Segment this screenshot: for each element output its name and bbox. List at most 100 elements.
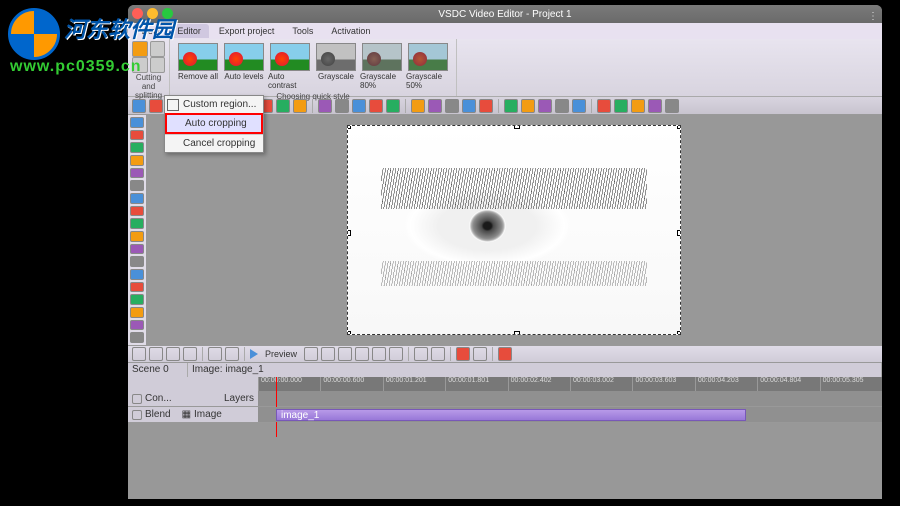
tool-icon[interactable] (473, 347, 487, 361)
toolbar-icon[interactable] (648, 99, 662, 113)
toolbar-icon[interactable] (614, 99, 628, 113)
scene-label[interactable]: Scene 0 (128, 363, 188, 377)
left-tool-icon[interactable] (130, 332, 144, 343)
goto-end-icon[interactable] (389, 347, 403, 361)
resize-handle-ne[interactable] (677, 125, 681, 129)
quickstyle-4[interactable]: Grayscale 80% (360, 43, 404, 90)
tab-editor[interactable]: Editor (169, 24, 209, 38)
resize-handle-nw[interactable] (347, 125, 351, 129)
left-tool-icon[interactable] (130, 282, 144, 293)
resize-handle-sw[interactable] (347, 331, 351, 335)
toolbar-icon[interactable] (386, 99, 400, 113)
tab-view[interactable]: View (132, 24, 167, 38)
toolbar-icon[interactable] (318, 99, 332, 113)
toolbar-icon[interactable] (572, 99, 586, 113)
toolbar-icon[interactable] (132, 99, 146, 113)
zoom-in-icon[interactable] (132, 347, 146, 361)
toolbar-icon[interactable] (538, 99, 552, 113)
delete-icon[interactable] (456, 347, 470, 361)
left-tool-icon[interactable] (130, 155, 144, 166)
quickstyle-2[interactable]: Auto contrast (268, 43, 312, 90)
dropdown-custom-region[interactable]: Custom region... (165, 96, 263, 113)
toolbar-icon[interactable] (504, 99, 518, 113)
titlebar-right-icon[interactable]: ⋮ (868, 8, 878, 26)
maximize-icon[interactable] (162, 8, 173, 19)
left-tool-icon[interactable] (130, 180, 144, 191)
toolbar-icon[interactable] (369, 99, 383, 113)
tab-activation[interactable]: Activation (323, 24, 378, 38)
toolbar-icon[interactable] (597, 99, 611, 113)
quickstyle-3[interactable]: Grayscale (314, 43, 358, 90)
prev-frame-icon[interactable] (321, 347, 335, 361)
left-tool-icon[interactable] (130, 269, 144, 280)
tab-export[interactable]: Export project (211, 24, 283, 38)
resize-handle-s[interactable] (514, 331, 520, 335)
dropdown-cancel-cropping[interactable]: Cancel cropping (165, 134, 263, 152)
marker-icon[interactable] (414, 347, 428, 361)
resize-handle-w[interactable] (347, 230, 351, 236)
timeline-ruler[interactable]: 00:00:00.00000:00:00.60000:00:01.20100:0… (258, 377, 882, 391)
mute-icon[interactable] (225, 347, 239, 361)
track-area[interactable] (258, 391, 882, 406)
toolbar-icon[interactable] (352, 99, 366, 113)
dropdown-auto-cropping[interactable]: Auto cropping (165, 113, 263, 134)
snap-icon[interactable] (183, 347, 197, 361)
left-tool-icon[interactable] (130, 218, 144, 229)
play-button[interactable] (250, 349, 258, 359)
region-icon[interactable] (431, 347, 445, 361)
left-tool-icon[interactable] (130, 307, 144, 318)
left-tool-icon[interactable] (130, 231, 144, 242)
rotate-icon[interactable] (150, 57, 166, 73)
expand-icon[interactable] (132, 394, 142, 404)
toolbar-icon[interactable] (631, 99, 645, 113)
toolbar-icon[interactable] (411, 99, 425, 113)
resize-handle-e[interactable] (677, 230, 681, 236)
toolbar-icon[interactable] (293, 99, 307, 113)
visibility-icon[interactable] (132, 410, 142, 420)
minimize-icon[interactable] (147, 8, 158, 19)
toolbar-icon[interactable] (276, 99, 290, 113)
toolbar-icon[interactable] (445, 99, 459, 113)
left-tool-icon[interactable] (130, 294, 144, 305)
preview-frame[interactable] (347, 125, 681, 335)
left-tool-icon[interactable] (130, 168, 144, 179)
step-fwd-icon[interactable] (355, 347, 369, 361)
loop-icon[interactable] (208, 347, 222, 361)
left-tool-icon[interactable] (130, 256, 144, 267)
zoom-out-icon[interactable] (149, 347, 163, 361)
left-tool-icon[interactable] (130, 117, 144, 128)
toolbar-icon[interactable] (462, 99, 476, 113)
timeline-row-label[interactable]: Blend ▦ Image (128, 407, 258, 422)
toolbar-icon[interactable] (479, 99, 493, 113)
cut-icon[interactable] (150, 41, 166, 57)
left-tool-icon[interactable] (130, 206, 144, 217)
track-area[interactable]: image_1 (258, 407, 882, 422)
goto-start-icon[interactable] (304, 347, 318, 361)
split-icon[interactable] (132, 57, 148, 73)
fit-icon[interactable] (166, 347, 180, 361)
resize-handle-se[interactable] (677, 331, 681, 335)
toolbar-icon[interactable] (555, 99, 569, 113)
toolbar-icon[interactable] (665, 99, 679, 113)
step-back-icon[interactable] (338, 347, 352, 361)
left-tool-icon[interactable] (130, 130, 144, 141)
toolbar-icon[interactable] (428, 99, 442, 113)
left-tool-icon[interactable] (130, 142, 144, 153)
toolbar-icon[interactable] (521, 99, 535, 113)
toolbar-icon[interactable] (335, 99, 349, 113)
timeline-row-label[interactable]: Con... Layers (128, 391, 258, 406)
left-tool-icon[interactable] (130, 320, 144, 331)
resize-handle-n[interactable] (514, 125, 520, 129)
toolbar-icon[interactable] (149, 99, 163, 113)
left-tool-icon[interactable] (130, 193, 144, 204)
crop-icon[interactable] (132, 41, 148, 57)
close-icon[interactable] (132, 8, 143, 19)
tab-tools[interactable]: Tools (284, 24, 321, 38)
left-tool-icon[interactable] (130, 244, 144, 255)
quickstyle-1[interactable]: Auto levels (222, 43, 266, 90)
timeline-clip[interactable]: image_1 (276, 409, 746, 421)
remove-icon[interactable] (498, 347, 512, 361)
quickstyle-0[interactable]: Remove all (176, 43, 220, 90)
next-frame-icon[interactable] (372, 347, 386, 361)
quickstyle-5[interactable]: Grayscale 50% (406, 43, 450, 90)
